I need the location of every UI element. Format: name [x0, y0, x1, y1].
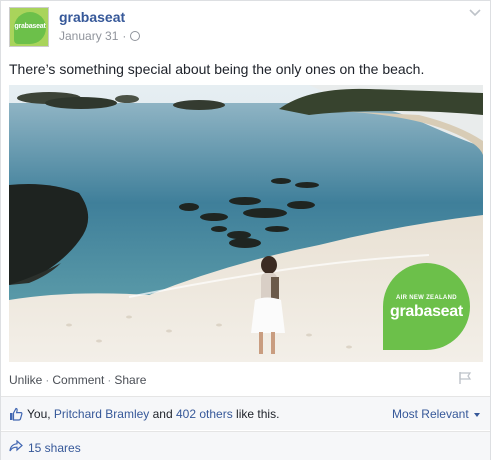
likes-prefix: You,	[27, 407, 54, 421]
caret-down-icon	[474, 412, 480, 417]
avatar[interactable]: grabaseat	[9, 7, 49, 47]
liker-name[interactable]: Pritchard Bramley	[54, 407, 149, 421]
likes-summary: You, Pritchard Bramley and 402 others li…	[27, 407, 279, 421]
post-meta: January 31 ·	[59, 29, 141, 43]
action-separator: ·	[107, 373, 112, 387]
avatar-logo-text: grabaseat	[14, 23, 46, 30]
share-arrow-icon	[9, 440, 23, 452]
chevron-down-icon[interactable]	[468, 7, 482, 19]
post-photo[interactable]: AIR NEW ZEALAND grabaseat	[9, 85, 483, 362]
post-card: grabaseat grabaseat January 31 · There’s…	[0, 0, 491, 460]
likes-middle: and	[149, 407, 176, 421]
others-count[interactable]: 402 others	[176, 407, 233, 421]
action-separator: ·	[45, 373, 50, 387]
post-date[interactable]: January 31	[59, 29, 118, 43]
badge-airline-text: AIR NEW ZEALAND	[396, 295, 457, 301]
post-text: There’s something special about being th…	[9, 61, 425, 77]
likes-suffix: like this.	[232, 407, 280, 421]
likes-bar: You, Pritchard Bramley and 402 others li…	[1, 396, 490, 430]
share-link[interactable]: Share	[114, 373, 146, 387]
shares-count[interactable]: 15 shares	[28, 441, 81, 455]
post-header: grabaseat grabaseat January 31 ·	[9, 7, 484, 47]
flag-icon[interactable]	[458, 371, 472, 385]
comment-link[interactable]: Comment	[52, 373, 104, 387]
unlike-link[interactable]: Unlike	[9, 373, 42, 387]
grabaseat-badge: AIR NEW ZEALAND grabaseat	[383, 263, 470, 350]
badge-brand-text: grabaseat	[390, 303, 463, 320]
globe-icon[interactable]	[130, 31, 141, 41]
sort-label: Most Relevant	[391, 407, 469, 421]
post-actions: Unlike · Comment · Share	[9, 373, 146, 387]
sort-dropdown[interactable]: Most Relevant	[392, 407, 480, 421]
thumbs-up-icon	[10, 407, 23, 421]
author-name[interactable]: grabaseat	[59, 9, 125, 25]
meta-separator: ·	[122, 29, 127, 43]
shares-bar: 15 shares	[1, 431, 490, 460]
